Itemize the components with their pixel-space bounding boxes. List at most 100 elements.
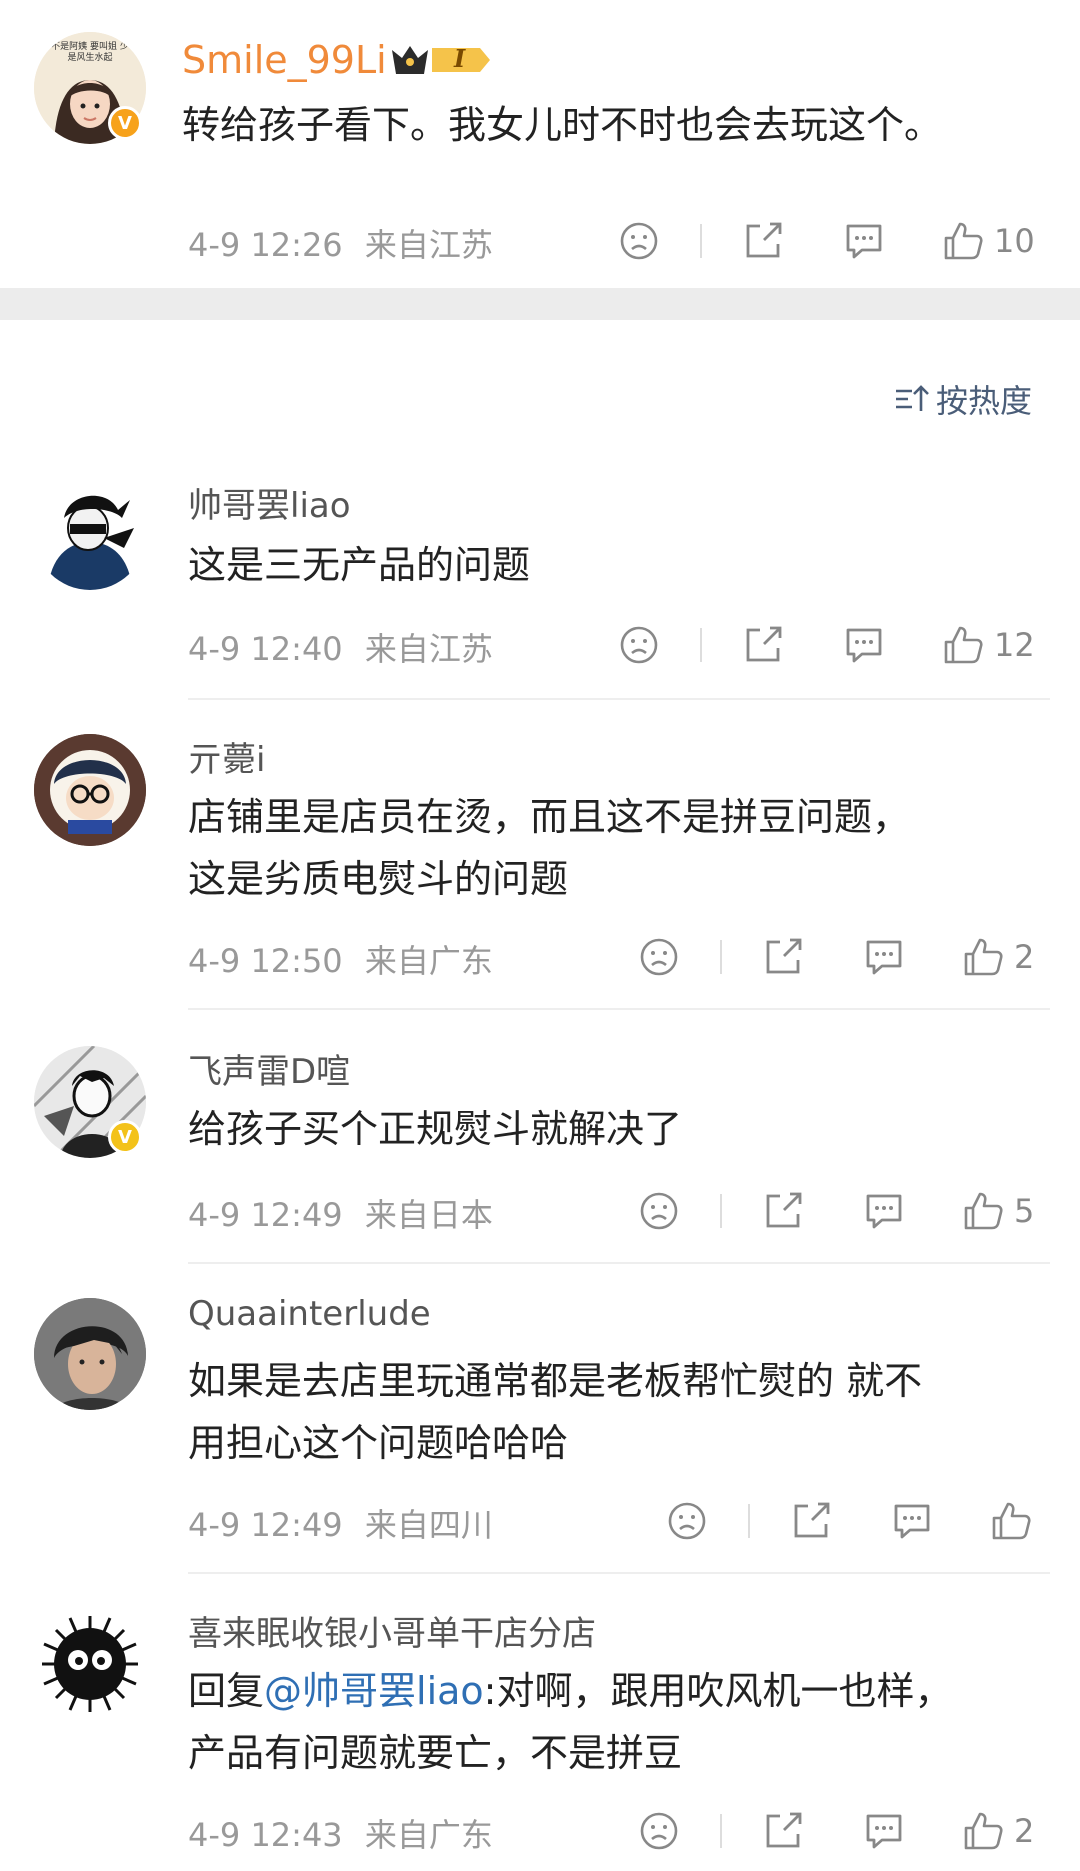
- username[interactable]: 喜来眠收银小哥单干店分店: [188, 1606, 596, 1655]
- avatar-caption: 不是阿姨 要叫姐 少是风生水起: [51, 42, 129, 63]
- username[interactable]: Smile_99Li: [182, 38, 387, 82]
- sad-face-icon: [640, 1812, 678, 1850]
- divider: [188, 1262, 1050, 1264]
- share-button[interactable]: [762, 932, 806, 982]
- reply-prefix: 回复: [188, 1669, 265, 1713]
- comment-text-line: 如果是去店里玩通常都是老板帮忙熨的 就不: [188, 1359, 923, 1403]
- thumbs-up-icon: [964, 938, 1003, 976]
- comment-button[interactable]: [862, 1186, 906, 1236]
- comment-text: 转给孩子看下。我女儿时不时也会去玩这个。: [182, 103, 943, 147]
- comment-icon: [866, 1814, 902, 1849]
- action-separator: [720, 940, 722, 974]
- avatar[interactable]: [34, 1298, 146, 1410]
- comment-actions: [0, 1496, 1080, 1546]
- action-separator: [720, 1814, 722, 1848]
- comment-actions: 2: [0, 1806, 1080, 1856]
- comment-text-line: 产品有问题就要亡，不是拼豆: [188, 1731, 683, 1775]
- comment-icon: [846, 628, 882, 663]
- divider: [188, 1572, 1050, 1574]
- verified-v-icon: V: [108, 1120, 142, 1154]
- dislike-button[interactable]: [618, 216, 660, 266]
- sad-face-icon: [668, 1502, 706, 1540]
- comment-button[interactable]: [862, 932, 906, 982]
- dislike-button[interactable]: [638, 932, 680, 982]
- comment-text-line: 店铺里是店员在烫，而且这不是拼豆问题，: [188, 795, 911, 839]
- comment-button[interactable]: [862, 1806, 906, 1856]
- like-button[interactable]: 10: [942, 216, 1035, 266]
- sad-face-icon: [640, 938, 678, 976]
- like-button[interactable]: 5: [962, 1186, 1034, 1236]
- crown-icon: [392, 46, 490, 74]
- dislike-button[interactable]: [638, 1806, 680, 1856]
- share-button[interactable]: [790, 1496, 834, 1546]
- share-button[interactable]: [742, 620, 786, 670]
- top-comment: 不是阿姨 要叫姐 少是风生水起 V Smile_99Li I 转给孩子看下。我女…: [0, 0, 1080, 288]
- avatar-soot-sprite: [34, 1608, 146, 1720]
- comment-actions: 10: [0, 216, 1080, 266]
- reply-text: :对啊，跟用吹风机一也样，: [483, 1669, 953, 1713]
- share-icon: [746, 222, 782, 258]
- comment-icon: [866, 1194, 902, 1229]
- dislike-button[interactable]: [638, 1186, 680, 1236]
- member-level-badge: I: [388, 40, 492, 80]
- avatar[interactable]: [34, 478, 146, 590]
- username[interactable]: 帅哥罢liao: [188, 478, 351, 527]
- like-count: 5: [1014, 1192, 1035, 1230]
- like-button[interactable]: 2: [962, 1806, 1034, 1856]
- action-separator: [700, 628, 702, 662]
- avatar[interactable]: [34, 1608, 146, 1720]
- avatar[interactable]: [34, 734, 146, 846]
- share-button[interactable]: [762, 1186, 806, 1236]
- like-count: 2: [1014, 938, 1035, 976]
- like-button[interactable]: [990, 1496, 1032, 1546]
- comment-button[interactable]: [842, 620, 886, 670]
- sad-face-icon: [620, 222, 658, 260]
- comment-text: 给孩子买个正规熨斗就解决了: [188, 1107, 683, 1151]
- share-button[interactable]: [762, 1806, 806, 1856]
- action-separator: [748, 1504, 750, 1538]
- comment-icon: [894, 1504, 930, 1539]
- section-gap: [0, 288, 1080, 320]
- sad-face-icon: [640, 1192, 678, 1230]
- like-button[interactable]: 12: [942, 620, 1035, 670]
- comment-button[interactable]: [842, 216, 886, 266]
- username[interactable]: Quaainterlude: [188, 1294, 431, 1334]
- divider: [188, 1008, 1050, 1010]
- comment-text-line: 这是劣质电熨斗的问题: [188, 857, 569, 901]
- thumbs-up-icon: [964, 1812, 1003, 1850]
- avatar-illustration: [34, 478, 146, 590]
- comment-actions: 2: [0, 932, 1080, 982]
- comment-actions: 5: [0, 1186, 1080, 1236]
- sort-icon: [895, 385, 929, 411]
- action-separator: [720, 1194, 722, 1228]
- thumbs-up-icon: [944, 222, 983, 260]
- sad-face-icon: [620, 626, 658, 664]
- share-icon: [794, 1502, 830, 1538]
- verified-v-icon: V: [108, 106, 142, 140]
- divider: [188, 698, 1050, 700]
- comment-icon: [866, 940, 902, 975]
- mention-link[interactable]: @帅哥罢liao: [264, 1669, 484, 1713]
- username[interactable]: 飞声雷D喧: [188, 1044, 350, 1093]
- comment-text: 这是三无产品的问题: [188, 543, 531, 587]
- share-icon: [766, 1192, 802, 1228]
- like-count: 12: [994, 626, 1035, 664]
- level-text: I: [454, 44, 466, 73]
- share-button[interactable]: [742, 216, 786, 266]
- like-count: 10: [994, 222, 1035, 260]
- thumbs-up-icon: [992, 1502, 1031, 1540]
- sort-label: 按热度: [935, 382, 1032, 420]
- share-icon: [766, 1812, 802, 1848]
- avatar-illustration: [34, 734, 146, 846]
- like-button[interactable]: 2: [962, 932, 1034, 982]
- comment-actions: 12: [0, 620, 1080, 670]
- username[interactable]: 亓薨i: [188, 732, 265, 781]
- share-icon: [746, 626, 782, 662]
- comment-button[interactable]: [890, 1496, 934, 1546]
- sort-by-heat-button[interactable]: 按热度: [894, 376, 1032, 422]
- avatar-photo: [34, 1298, 146, 1410]
- action-separator: [700, 224, 702, 258]
- dislike-button[interactable]: [618, 620, 660, 670]
- dislike-button[interactable]: [666, 1496, 708, 1546]
- comment-text-line: 用担心这个问题哈哈哈: [188, 1421, 569, 1465]
